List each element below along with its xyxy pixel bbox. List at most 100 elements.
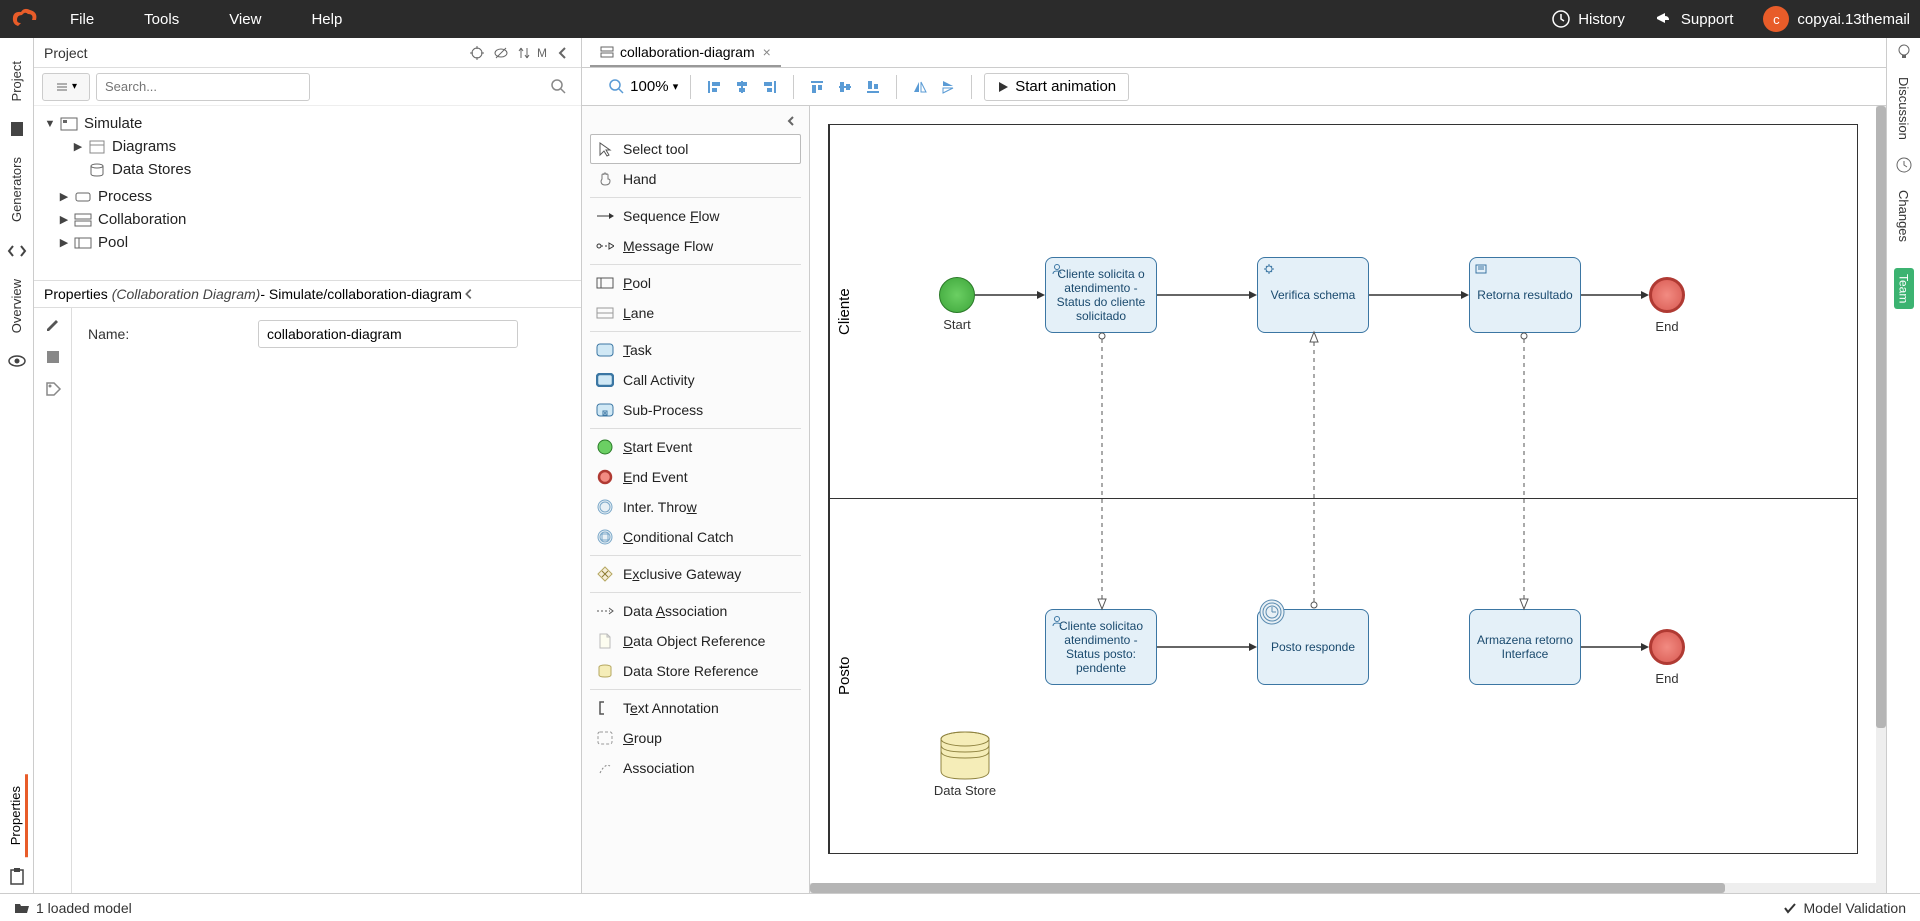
tree-process[interactable]: ▶ Process [44,185,571,208]
align-top-icon[interactable] [806,76,828,98]
search-input[interactable] [96,73,310,101]
task-cliente-solicita[interactable]: Cliente solicita o atendimento - Status … [1045,257,1157,333]
palette-sequence-flow[interactable]: Sequence Flow [590,201,801,231]
project-panel-title: Project [44,45,88,61]
pencil-icon[interactable] [44,316,62,334]
palette-data-object-ref[interactable]: Data Object Reference [590,626,801,656]
left-rail: Project Generators Overview Properties [0,38,34,893]
book2-icon[interactable] [44,348,62,366]
rail-generators[interactable]: Generators [9,157,24,222]
palette-sub-process[interactable]: Sub-Process [590,395,801,425]
sort-icon[interactable] [517,45,533,61]
chevron-left-icon[interactable] [785,115,797,127]
tab-bar: collaboration-diagram × [582,38,1886,68]
task-verifica-schema[interactable]: Verifica schema [1257,257,1369,333]
chevron-left-icon[interactable] [462,287,476,301]
start-event-cliente[interactable] [939,277,975,313]
history-button[interactable]: History [1552,10,1625,28]
task-armazena-retorno[interactable]: Armazena retorno Interface [1469,609,1581,685]
menu-tools[interactable]: Tools [144,11,179,28]
user-task-icon [1050,614,1064,628]
rail-changes[interactable]: Changes [1896,190,1911,242]
user-menu[interactable]: c copyai.13themail [1763,6,1910,32]
model-icon [60,116,78,132]
rail-overview[interactable]: Overview [9,279,24,333]
stack-icon [55,80,69,94]
palette-inter-throw[interactable]: Inter. Throw [590,492,801,522]
tree-collaboration[interactable]: ▶ Collaboration [44,208,571,231]
palette-message-flow[interactable]: Message Flow [590,231,801,261]
pool-posto[interactable]: Posto Cliente solicitao atendimento - St… [828,499,1858,854]
tab-collaboration-diagram[interactable]: collaboration-diagram × [590,39,781,67]
model-validation-label[interactable]: Model Validation [1804,900,1906,916]
palette-pool[interactable]: Pool [590,268,801,298]
palette-data-store-ref[interactable]: Data Store Reference [590,656,801,686]
canvas-scrollbar-v[interactable] [1876,106,1886,883]
palette-task[interactable]: Task [590,335,801,365]
palette-exclusive-gateway[interactable]: Exclusive Gateway [590,559,801,589]
palette-start-event[interactable]: Start Event [590,432,801,462]
clock2-icon[interactable] [1895,156,1913,174]
rail-properties[interactable]: Properties [6,774,28,857]
task-retorna-resultado[interactable]: Retorna resultado [1469,257,1581,333]
data-store[interactable] [937,731,993,781]
align-right-icon[interactable] [759,76,781,98]
name-label: Name: [88,326,258,342]
palette-end-event[interactable]: End Event [590,462,801,492]
editor-toolbar: 100% ▾ Start animation [582,68,1886,106]
rail-project[interactable]: Project [9,61,24,101]
pool-cliente-label: Cliente [829,125,859,498]
menu-file[interactable]: File [70,11,94,28]
filter-dropdown[interactable]: ▾ [42,73,90,101]
properties-body: Name: [34,308,581,893]
palette-association[interactable]: Association [590,753,801,783]
menu-view[interactable]: View [229,11,261,28]
app-logo-icon [10,6,40,32]
eye-off-icon[interactable] [493,45,509,61]
tag-icon[interactable] [44,380,62,398]
menu-help[interactable]: Help [311,11,342,28]
palette-select-tool[interactable]: Select tool [590,134,801,164]
flip-v-icon[interactable] [937,76,959,98]
end-event-posto[interactable] [1649,629,1685,665]
end-event-cliente[interactable] [1649,277,1685,313]
tree-datastores[interactable]: Data Stores [72,158,571,181]
m-label: M [537,46,547,60]
editor-area: collaboration-diagram × 100% ▾ [582,38,1886,893]
start-animation-button[interactable]: Start animation [984,73,1129,101]
zoom-control[interactable]: 100% ▾ [608,78,678,96]
support-button[interactable]: Support [1655,10,1734,28]
palette-group[interactable]: Group [590,723,801,753]
script-task-icon [1474,262,1488,276]
palette-hand[interactable]: Hand [590,164,801,194]
eye-icon [7,351,27,371]
target-icon[interactable] [469,45,485,61]
align-left-icon[interactable] [703,76,725,98]
rail-discussion[interactable]: Discussion [1896,77,1911,140]
canvas-scrollbar-h[interactable] [810,883,1886,893]
tree-root[interactable]: ▼ Simulate [44,112,571,135]
name-input[interactable] [258,320,518,348]
clipboard-icon [7,867,27,887]
palette-data-association[interactable]: Data Association [590,596,801,626]
align-center-icon[interactable] [731,76,753,98]
flip-h-icon[interactable] [909,76,931,98]
tab-close-icon[interactable]: × [763,44,771,60]
align-bottom-icon[interactable] [862,76,884,98]
tree-diagrams[interactable]: ▶ Diagrams [72,135,571,158]
status-bar: 1 loaded model Model Validation [0,893,1920,921]
chevron-left-icon[interactable] [555,45,571,61]
palette-text-annotation[interactable]: Text Annotation [590,693,801,723]
task-cliente-solicitao[interactable]: Cliente solicitao atendimento - Status p… [1045,609,1157,685]
timer-boundary-icon[interactable] [1259,599,1285,625]
tree-pool[interactable]: ▶ Pool [44,231,571,254]
align-middle-icon[interactable] [834,76,856,98]
palette-lane[interactable]: Lane [590,298,801,328]
palette-conditional-catch[interactable]: Conditional Catch [590,522,801,552]
team-badge[interactable]: Team [1894,268,1914,309]
diagram-canvas[interactable]: Cliente Start Cliente solicita o atendim… [810,106,1886,893]
right-rail: Discussion Changes Team [1886,38,1920,893]
palette-call-activity[interactable]: Call Activity [590,365,801,395]
bulb-icon[interactable] [1895,43,1913,61]
pool-cliente[interactable]: Cliente Start Cliente solicita o atendim… [828,124,1858,499]
